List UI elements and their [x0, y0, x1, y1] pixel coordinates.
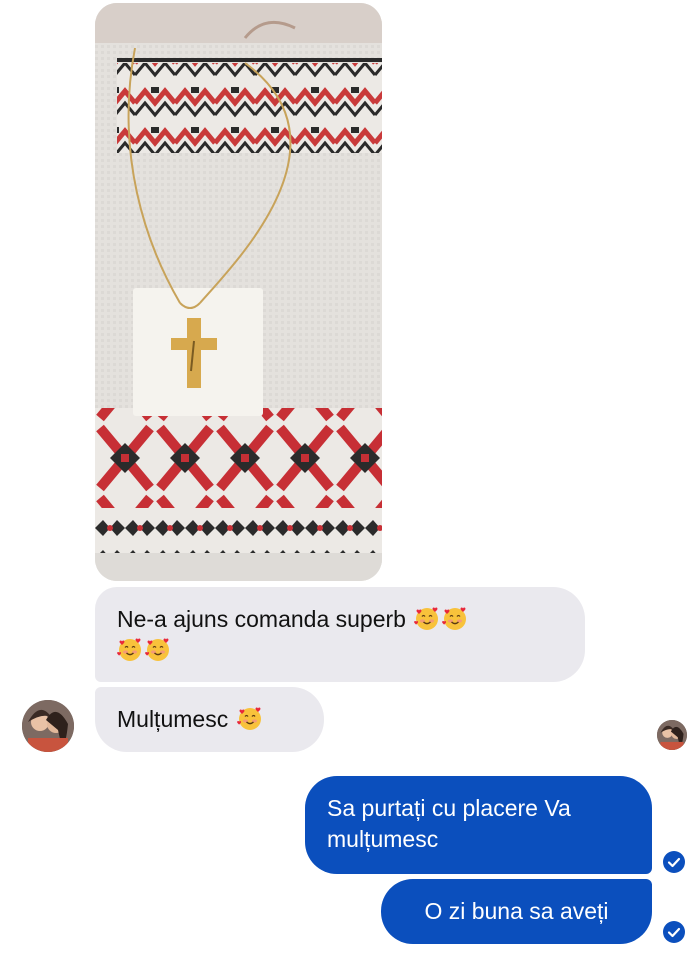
smiling-face-with-hearts-icon: [117, 637, 143, 663]
check-circle-icon: [663, 921, 685, 943]
cross-necklace-image: [95, 3, 382, 581]
check-circle-icon: [663, 851, 685, 873]
message-text: Sa purtați cu placere Va mulțumesc: [327, 795, 571, 852]
contact-avatar[interactable]: [22, 700, 74, 752]
message-text: Ne-a ajuns comanda superb: [117, 606, 406, 632]
seen-avatar: [657, 720, 687, 750]
message-text: O zi buna sa aveți: [424, 898, 609, 924]
smiling-face-with-hearts-icon: [442, 606, 468, 632]
incoming-message[interactable]: Ne-a ajuns comanda superb: [95, 587, 585, 682]
message-text: Mulțumesc: [117, 706, 229, 732]
smiling-face-with-hearts-icon: [414, 606, 440, 632]
smiling-face-with-hearts-icon: [236, 706, 263, 732]
outgoing-message[interactable]: Sa purtați cu placere Va mulțumesc: [305, 776, 652, 874]
outgoing-message[interactable]: O zi buna sa aveți: [381, 879, 652, 944]
incoming-message[interactable]: Mulțumesc: [95, 687, 324, 752]
smiling-face-with-hearts-icon: [145, 637, 171, 663]
product-photo[interactable]: [95, 3, 382, 581]
